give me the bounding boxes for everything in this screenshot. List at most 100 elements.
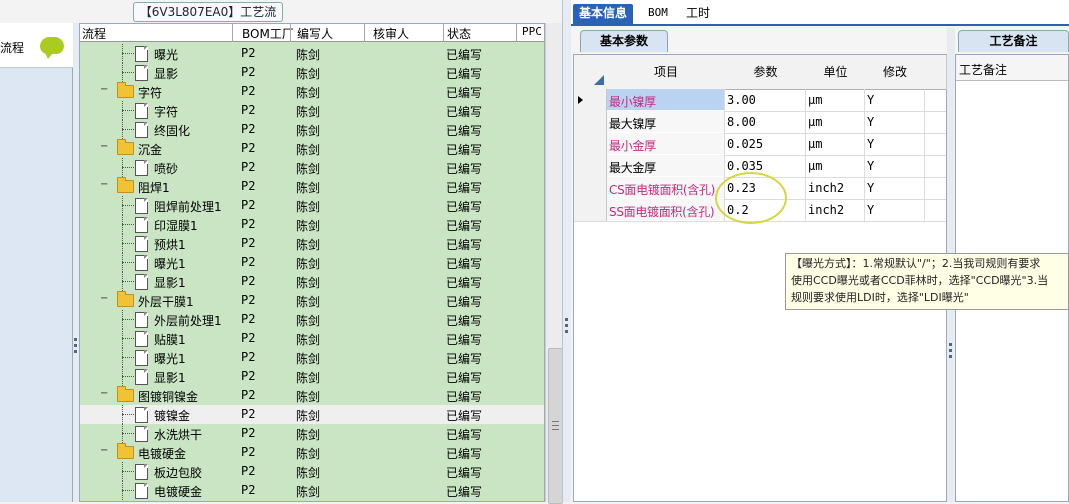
collapse-toggle-icon[interactable]: − (100, 85, 109, 95)
tree-row[interactable]: 预烘1 P2 陈剑 已编写 (80, 234, 544, 253)
tree-row[interactable]: 水洗烘干 P2 陈剑 已编写 (80, 424, 544, 443)
tree-row[interactable]: 喷砂 P2 陈剑 已编写 (80, 158, 544, 177)
collapse-toggle-icon[interactable]: − (100, 142, 109, 152)
document-icon (135, 350, 148, 366)
tree-row[interactable]: 显影1 P2 陈剑 已编写 (80, 367, 544, 386)
tree-row[interactable]: − 沉金 P2 陈剑 已编写 (80, 139, 544, 158)
grid-cell-item: SS面电镀面积(含孔) (609, 205, 715, 219)
document-icon (135, 464, 148, 480)
tree-row[interactable]: 贴膜1 P2 陈剑 已编写 (80, 329, 544, 348)
tree-row[interactable]: − 阻焊1 P2 陈剑 已编写 (80, 177, 544, 196)
tree-row-name: 显影1 (154, 371, 186, 385)
tab-bom[interactable]: BOM (642, 4, 674, 26)
tab-work-hours[interactable]: 工时 (680, 4, 716, 26)
grid-cell-unit: μm (808, 159, 823, 173)
grid-row[interactable]: 最小镍厚 3.00 μm Y (574, 89, 946, 112)
tree-row-author: 陈剑 (296, 485, 321, 499)
row-header[interactable] (574, 133, 607, 155)
folder-icon (117, 291, 134, 307)
params-tab-bar: 基本参数 (571, 28, 946, 52)
tree-row-bom: P2 (241, 141, 256, 155)
tree-row[interactable]: 字符 P2 陈剑 已编写 (80, 101, 544, 120)
collapse-toggle-icon[interactable]: − (100, 446, 109, 456)
tree-row[interactable]: − 字符 P2 陈剑 已编写 (80, 82, 544, 101)
tree-row[interactable]: − 图镀铜镍金 P2 陈剑 已编写 (80, 386, 544, 405)
tree-row[interactable]: 阻焊前处理1 P2 陈剑 已编写 (80, 196, 544, 215)
tree-row-status: 已编写 (446, 48, 483, 62)
column-header-bom[interactable]: BOM工厂 (242, 25, 294, 42)
tree-row-author: 陈剑 (296, 333, 321, 347)
tree-row[interactable]: 板边包胶 P2 陈剑 已编写 (80, 462, 544, 481)
tree-row-author: 陈剑 (296, 466, 321, 480)
tree-row[interactable]: 显影1 P2 陈剑 已编写 (80, 272, 544, 291)
tree-row-name: 显影 (154, 67, 179, 81)
tree-row-bom: P2 (241, 84, 256, 98)
document-icon (135, 103, 148, 119)
row-header[interactable] (574, 89, 607, 111)
tab-basic-info[interactable]: 基本信息 (573, 4, 634, 26)
tree-row-status: 已编写 (446, 238, 483, 252)
tree-row[interactable]: 印湿膜1 P2 陈剑 已编写 (80, 215, 544, 234)
tree-row-author: 陈剑 (296, 67, 321, 81)
tree-row[interactable]: − 电镀硬金 P2 陈剑 已编写 (80, 443, 544, 462)
grid-row[interactable]: 最大镍厚 8.00 μm Y (574, 111, 946, 134)
column-header-status[interactable]: 状态 (447, 25, 471, 42)
tree-scrollbar-thumb[interactable] (548, 348, 563, 504)
grid-cell-value[interactable]: 3.00 (727, 93, 756, 107)
tree-row-author: 陈剑 (296, 124, 321, 138)
grid-header-unit[interactable]: 单位 (806, 55, 866, 90)
column-header-process[interactable]: 流程 (82, 25, 106, 42)
row-header[interactable] (574, 199, 607, 221)
tree-row[interactable]: − 外层干膜1 P2 陈剑 已编写 (80, 291, 544, 310)
grid-cell-edit: Y (867, 181, 875, 195)
row-header[interactable] (574, 111, 607, 133)
tab-basic-params[interactable]: 基本参数 (580, 30, 668, 52)
collapse-toggle-icon[interactable]: − (100, 180, 109, 190)
tree-row[interactable]: 曝光1 P2 陈剑 已编写 (80, 253, 544, 272)
tree-row-bom: P2 (241, 236, 256, 250)
row-header[interactable] (574, 155, 607, 177)
tree-row-bom: P2 (241, 350, 256, 364)
grid-cell-edit: Y (867, 203, 875, 217)
comment-bubble-icon[interactable] (40, 37, 64, 59)
tree-row-name: 电镀硬金 (154, 485, 203, 499)
tree-row[interactable]: 镀镍金 P2 陈剑 已编写 (80, 405, 544, 424)
splitter-grip-icon (565, 330, 568, 333)
tree-row-author: 陈剑 (296, 219, 321, 233)
tree-row[interactable]: 曝光1 P2 陈剑 已编写 (80, 348, 544, 367)
tree-row-author: 陈剑 (296, 352, 321, 366)
row-header[interactable] (574, 177, 607, 199)
grid-row[interactable]: 最小金厚 0.025 μm Y (574, 133, 946, 156)
tree-row[interactable]: 显影 P2 陈剑 已编写 (80, 63, 544, 82)
collapse-toggle-icon[interactable]: − (100, 389, 109, 399)
document-icon (135, 236, 148, 252)
grid-header-item[interactable]: 项目 (607, 55, 726, 90)
grid-cell-value[interactable]: 0.035 (727, 159, 763, 173)
tree-row-status: 已编写 (446, 105, 483, 119)
tree-row-name: 电镀硬金 (138, 447, 187, 461)
grid-header-edit[interactable]: 修改 (865, 55, 926, 90)
folder-icon (117, 443, 134, 459)
column-header-ppc[interactable]: PPC (522, 25, 542, 38)
tree-row-bom: P2 (241, 293, 256, 307)
middle-splitter[interactable] (562, 0, 571, 502)
tree-row-status: 已编写 (446, 143, 483, 157)
grid-cell-value[interactable]: 0.025 (727, 137, 763, 151)
column-header-author[interactable]: 编写人 (297, 25, 333, 42)
collapse-toggle-icon[interactable]: − (100, 294, 109, 304)
process-tree[interactable]: 流程 BOM工厂 编写人 核审人 状态 PPC 曝光 P2 陈剑 已编写 显影 P2 陈剑已… (79, 23, 545, 502)
grid-header-value[interactable]: 参数 (725, 55, 807, 90)
tree-row[interactable]: 外层前处理1 P2 陈剑 已编写 (80, 310, 544, 329)
tree-row-name: 印湿膜1 (154, 219, 198, 233)
tree-scrollbar[interactable] (545, 23, 563, 504)
tree-row[interactable]: 电镀硬金 P2 陈剑 已编写 (80, 481, 544, 500)
tree-row-bom: P2 (241, 426, 256, 440)
grid-cell-value[interactable]: 8.00 (727, 115, 756, 129)
column-header-reviewer[interactable]: 核审人 (373, 25, 409, 42)
tree-row[interactable]: 曝光 P2 陈剑 已编写 (80, 44, 544, 63)
tree-row-status: 已编写 (446, 295, 483, 309)
tree-row[interactable]: 终固化 P2 陈剑 已编写 (80, 120, 544, 139)
tree-row-author: 陈剑 (296, 105, 321, 119)
splitter-grip-icon (949, 343, 952, 346)
tab-process-notes[interactable]: 工艺备注 (958, 30, 1069, 52)
